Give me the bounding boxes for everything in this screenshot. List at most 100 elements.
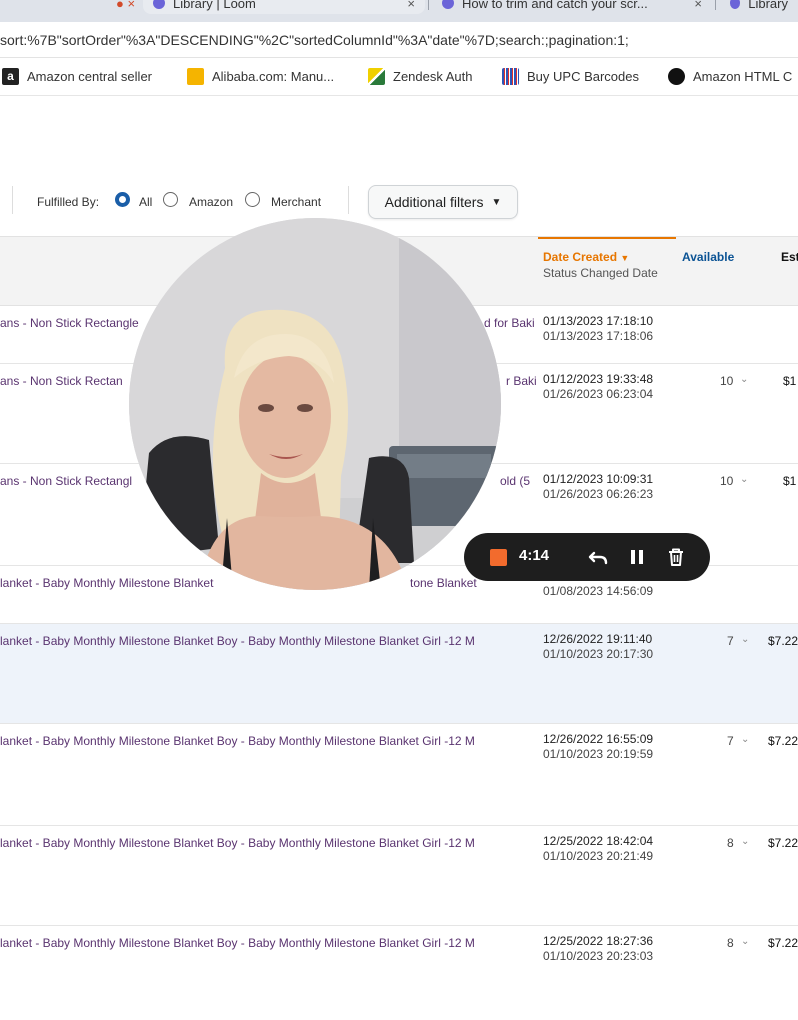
header-date-created[interactable]: Date Created ▼ (543, 250, 629, 264)
bookmark-label: Buy UPC Barcodes (527, 69, 639, 84)
webcam-presenter-image (129, 218, 501, 590)
date-created: 01/12/2023 10:09:31 (543, 472, 654, 486)
url-text[interactable]: sort:%7B"sortOrder"%3A"DESCENDING"%2C"so… (0, 32, 629, 48)
tab-library[interactable]: Library (720, 0, 798, 14)
bookmark-label: Zendesk Auth (393, 69, 473, 84)
product-name-tail[interactable]: d for Baki (484, 316, 535, 330)
available-qty[interactable]: 7 (727, 634, 734, 648)
tab-divider (428, 0, 429, 10)
pause-icon[interactable] (625, 545, 649, 569)
chevron-down-icon[interactable]: ⌄ (741, 836, 749, 847)
bookmark-label: Alibaba.com: Manu... (212, 69, 335, 84)
product-name[interactable]: lanket - Baby Monthly Milestone Blanket … (0, 734, 475, 748)
bookmark-label: Amazon central seller (27, 69, 152, 84)
available-qty[interactable]: 10 (720, 374, 733, 388)
product-name[interactable]: ans - Non Stick Rectan (0, 374, 123, 388)
bookmark-alibaba[interactable]: Alibaba.com: Manu... (187, 68, 334, 85)
tab-label: Library (748, 0, 788, 11)
trash-icon[interactable] (664, 545, 688, 569)
bookmark-amazon-central[interactable]: a Amazon central seller (2, 68, 152, 85)
row-dates: 01/12/2023 10:09:31 01/26/2023 06:26:23 (543, 472, 653, 502)
price: $7.22 (768, 836, 798, 850)
tab-close-icon[interactable]: × (407, 0, 415, 11)
chevron-down-icon[interactable]: ⌄ (740, 374, 748, 385)
status-changed-date: 01/26/2023 06:23:04 (543, 387, 654, 401)
zendesk-icon (368, 68, 385, 85)
tab-previous[interactable]: ● × (60, 0, 140, 14)
tab-label: Library | Loom (173, 0, 256, 11)
radio-all-label[interactable]: All (139, 195, 152, 209)
status-changed-date: 01/26/2023 06:26:23 (543, 487, 654, 501)
date-created: 12/25/2022 18:42:04 (543, 834, 654, 848)
date-created: 12/26/2022 16:55:09 (543, 732, 654, 746)
radio-merchant-label[interactable]: Merchant (271, 195, 321, 209)
loom-favicon-icon (442, 0, 454, 9)
product-name[interactable]: ans - Non Stick Rectangl (0, 474, 132, 488)
bookmark-amazon-html[interactable]: Amazon HTML C (668, 68, 792, 85)
header-est[interactable]: Est (781, 250, 798, 264)
barcode-icon (502, 68, 519, 85)
header-available[interactable]: Available (682, 250, 734, 264)
tab-loom-library[interactable]: Library | Loom × (143, 0, 425, 14)
table-row: lanket - Baby Monthly Milestone Blanket … (0, 926, 798, 1020)
chevron-down-icon[interactable]: ⌄ (741, 936, 749, 947)
product-name[interactable]: lanket - Baby Monthly Milestone Blanket … (0, 836, 475, 850)
chevron-down-icon[interactable]: ⌄ (741, 734, 749, 745)
available-qty[interactable]: 8 (727, 936, 734, 950)
bookmark-zendesk[interactable]: Zendesk Auth (368, 68, 473, 85)
chevron-down-icon[interactable]: ⌄ (741, 634, 749, 645)
tab-label: How to trim and catch your scr... (462, 0, 648, 11)
sorted-column-indicator (538, 237, 676, 239)
date-created: 01/12/2023 19:33:48 (543, 372, 654, 386)
chevron-down-icon[interactable]: ⌄ (740, 474, 748, 485)
tab-close-icon[interactable]: × (694, 0, 702, 11)
product-name[interactable]: lanket - Baby Monthly Milestone Blanket (0, 576, 213, 590)
radio-amazon[interactable] (163, 192, 178, 207)
additional-filters-label: Additional filters (384, 194, 484, 210)
row-dates: 12/26/2022 16:55:09 01/10/2023 20:19:59 (543, 732, 653, 762)
fulfilled-by-label: Fulfilled By: (37, 195, 100, 209)
price: $7.22 (768, 734, 798, 748)
divider (12, 186, 13, 214)
product-name[interactable]: ans - Non Stick Rectangle (0, 316, 139, 330)
product-name-tail[interactable]: tone Blanket (410, 576, 477, 590)
row-dates: 12/25/2022 18:42:04 01/10/2023 20:21:49 (543, 834, 653, 864)
restart-icon[interactable] (586, 545, 610, 569)
row-dates: 12/26/2022 19:11:40 01/10/2023 20:17:30 (543, 632, 653, 662)
divider (348, 186, 349, 214)
price: $7.22 (768, 936, 798, 950)
product-name-tail[interactable]: r Baki (506, 374, 537, 388)
available-qty[interactable]: 10 (720, 474, 733, 488)
tab-loom-trim[interactable]: How to trim and catch your scr... × (432, 0, 712, 14)
radio-all[interactable] (115, 192, 130, 207)
date-created: 12/26/2022 19:11:40 (543, 632, 653, 646)
status-changed-date: 01/10/2023 20:17:30 (543, 647, 654, 661)
available-qty[interactable]: 7 (727, 734, 734, 748)
price: $1 (783, 374, 797, 388)
browser-tab-strip: ● × Library | Loom × How to trim and cat… (0, 0, 798, 22)
tab-close-icon[interactable]: ● × (116, 0, 135, 11)
price: $1 (783, 474, 797, 488)
filter-bar: Fulfilled By: All Amazon Merchant Additi… (0, 178, 798, 226)
bookmark-upc[interactable]: Buy UPC Barcodes (502, 68, 639, 85)
webcam-bubble[interactable] (129, 218, 501, 590)
product-name[interactable]: lanket - Baby Monthly Milestone Blanket … (0, 936, 475, 950)
status-changed-date: 01/08/2023 14:56:09 (543, 584, 654, 598)
row-dates: 01/13/2023 17:18:10 01/13/2023 17:18:06 (543, 314, 653, 344)
product-name[interactable]: lanket - Baby Monthly Milestone Blanket … (0, 634, 475, 648)
bookmarks-bar: a Amazon central seller Alibaba.com: Man… (0, 58, 798, 96)
available-qty[interactable]: 8 (727, 836, 734, 850)
loom-favicon-icon (153, 0, 165, 9)
status-changed-date: 01/13/2023 17:18:06 (543, 329, 654, 343)
product-name-tail[interactable]: old (5 (500, 474, 530, 488)
stop-recording-button[interactable] (490, 549, 507, 566)
radio-merchant[interactable] (245, 192, 260, 207)
recording-timer: 4:14 (519, 547, 550, 564)
row-dates: 12/25/2022 18:27:36 01/10/2023 20:23:03 (543, 934, 653, 964)
table-row: lanket - Baby Monthly Milestone Blanket … (0, 826, 798, 926)
header-status-changed[interactable]: Status Changed Date (543, 266, 658, 280)
tab-divider (715, 0, 716, 10)
additional-filters-button[interactable]: Additional filters ▼ (368, 185, 518, 219)
radio-amazon-label[interactable]: Amazon (189, 195, 233, 209)
address-bar[interactable]: sort:%7B"sortOrder"%3A"DESCENDING"%2C"so… (0, 22, 798, 58)
